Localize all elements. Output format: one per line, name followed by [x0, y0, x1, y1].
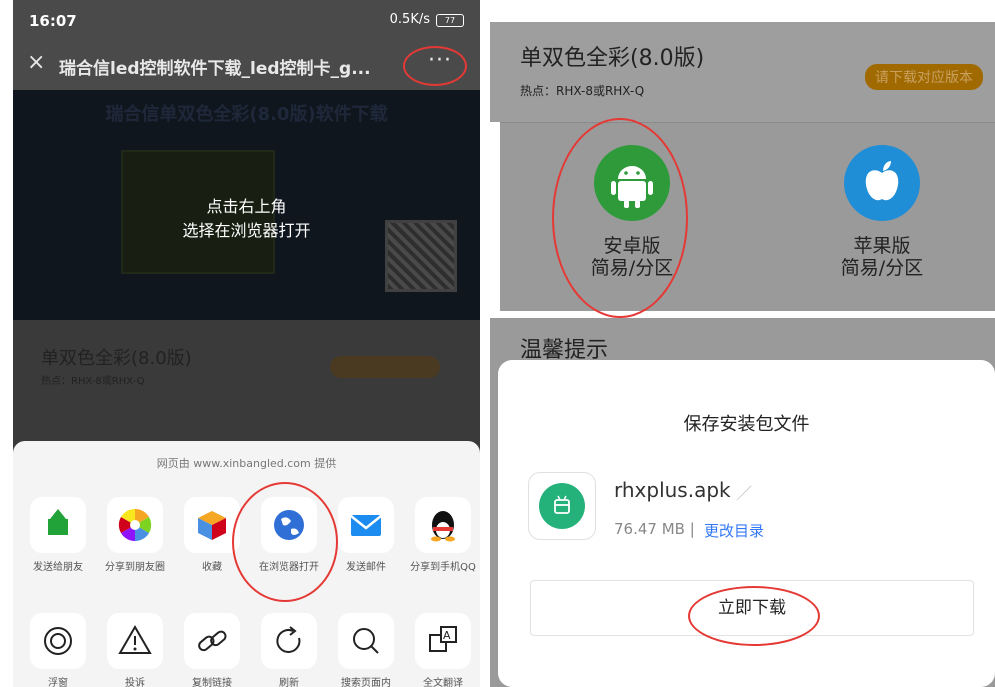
close-icon[interactable]: ×: [27, 50, 45, 75]
highlight-ring-download: [688, 586, 820, 646]
share-option-send-mail[interactable]: 发送邮件: [326, 497, 406, 575]
svg-text:A: A: [443, 629, 451, 642]
highlight-ring-open-in-browser: [232, 482, 338, 602]
share-option-moments[interactable]: 分享到朋友圈: [95, 497, 175, 575]
link-icon: [198, 630, 227, 652]
share-option-copy-link[interactable]: 复制链接: [172, 613, 252, 687]
share-option-label: 发送给朋友: [33, 562, 83, 573]
highlight-ring-android: [552, 118, 688, 318]
file-size: 76.47 MB |: [614, 520, 695, 538]
float-window-icon: [44, 627, 72, 655]
sheet-provider-hint: 网页由 www.xinbangled.com 提供: [156, 457, 337, 470]
network-speed: 0.5K/s: [389, 12, 430, 27]
apk-file-icon: [528, 472, 596, 540]
share-option-label: 分享到朋友圈: [105, 562, 165, 573]
translate-icon: A: [429, 626, 457, 652]
product-title: 单双色全彩(8.0版): [41, 348, 192, 369]
share-option-label: 分享到手机QQ: [410, 562, 476, 573]
status-bar: 16:07 0.5K/s 77: [13, 0, 480, 40]
share-option-translate[interactable]: A 全文翻译: [403, 613, 480, 687]
apple-icon: [865, 161, 899, 201]
share-option-label: 浮窗: [48, 678, 68, 687]
share-option-label: 刷新: [279, 678, 299, 687]
mail-icon: [350, 515, 382, 536]
download-version-badge: 请下载对应版本: [865, 64, 983, 90]
product-card: 单双色全彩(8.0版) 热点：RHX-8或RHX-Q 请下载对应版本: [490, 22, 995, 122]
apple-version-option[interactable]: 苹果版 简易/分区: [802, 145, 962, 279]
version-mode: 简易/分区: [840, 257, 924, 279]
send-to-friend-icon: [48, 509, 68, 535]
battery-icon: 77: [436, 14, 464, 27]
wechat-share-screenshot: 16:07 0.5K/s 77 × 瑞合信led控制软件下载_led控制卡_g.…: [13, 0, 480, 687]
refresh-icon: [276, 626, 301, 653]
tip-line-1: 点击右上角: [206, 197, 287, 216]
share-option-float-window[interactable]: 浮窗: [18, 613, 98, 687]
tip-line-2: 选择在浏览器打开: [182, 221, 311, 240]
share-option-send-to-friend[interactable]: 发送给朋友: [18, 497, 98, 575]
share-option-search-page[interactable]: 搜索页面内: [326, 613, 406, 687]
product-subtitle: 热点：RHX-8或RHX-Q: [41, 376, 145, 387]
page-title: 瑞合信led控制软件下载_led控制卡_g...: [59, 59, 371, 79]
dialog-title: 保存安装包文件: [683, 414, 810, 435]
package-icon: [554, 495, 570, 514]
share-option-label: 全文翻译: [423, 678, 463, 687]
edit-pen-icon[interactable]: ／: [736, 480, 752, 504]
download-page-screenshot: 单双色全彩(8.0版) 热点：RHX-8或RHX-Q 请下载对应版本 安卓版 简…: [490, 0, 995, 687]
moments-icon: [118, 508, 152, 542]
warning-icon: [118, 624, 152, 654]
version-name: 苹果版: [853, 235, 911, 257]
qq-penguin-icon: [431, 511, 455, 542]
share-option-label: 搜索页面内: [341, 678, 391, 687]
file-name: rhxplus.apk: [614, 478, 731, 502]
search-icon: [353, 628, 379, 654]
share-option-report[interactable]: 投诉: [95, 613, 175, 687]
product-title: 单双色全彩(8.0版): [520, 46, 705, 71]
share-option-label: 投诉: [125, 678, 145, 687]
product-card-dimmed: 单双色全彩(8.0版) 热点：RHX-8或RHX-Q: [13, 320, 480, 460]
share-option-label: 发送邮件: [346, 562, 386, 573]
product-subtitle: 热点：RHX-8或RHX-Q: [520, 84, 645, 98]
share-option-qq[interactable]: 分享到手机QQ: [403, 497, 480, 575]
status-time: 16:07: [29, 12, 77, 30]
share-option-refresh[interactable]: 刷新: [249, 613, 329, 687]
change-directory-link[interactable]: 更改目录: [704, 520, 764, 541]
highlight-ring-more: [403, 46, 467, 86]
version-badge: [330, 356, 440, 378]
share-option-label: 复制链接: [192, 678, 232, 687]
